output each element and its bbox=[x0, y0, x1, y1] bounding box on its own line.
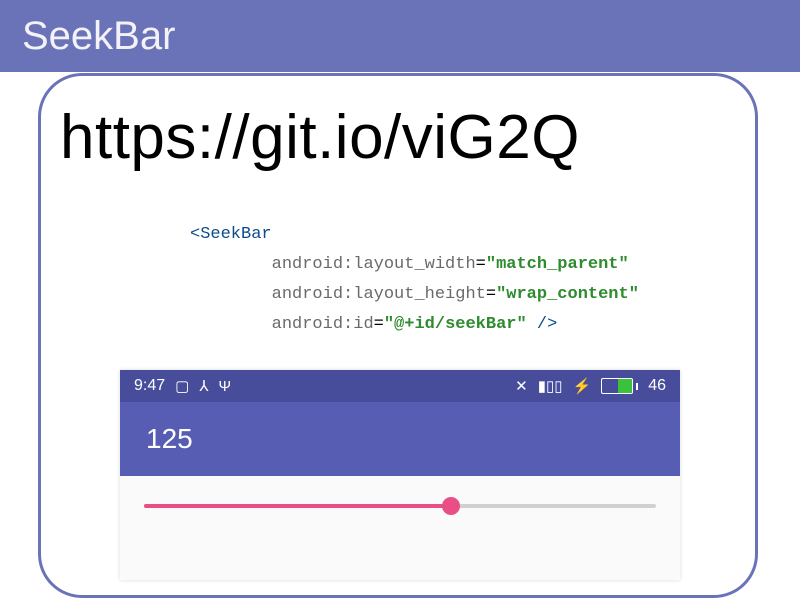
code-tag-close: /> bbox=[527, 315, 558, 334]
slide: SeekBar https://git.io/viG2Q <SeekBar an… bbox=[0, 0, 800, 600]
share-icon: ⅄ bbox=[199, 379, 208, 394]
code-attr-id: android:id bbox=[272, 315, 374, 334]
battery-body bbox=[601, 378, 633, 394]
phone-mock: 9:47 ▢ ⅄ Ψ ✕ ▮▯▯ ⚡ 46 125 bbox=[120, 370, 680, 580]
code-tag-open: <SeekBar bbox=[190, 225, 272, 244]
battery-tip bbox=[636, 383, 638, 390]
seekbar-area bbox=[120, 476, 680, 564]
status-left: 9:47 ▢ ⅄ Ψ bbox=[134, 377, 231, 395]
battery-percent: 46 bbox=[648, 377, 666, 395]
charge-icon: ⚡ bbox=[573, 379, 592, 394]
mute-icon: ✕ bbox=[515, 379, 528, 394]
status-right: ✕ ▮▯▯ ⚡ 46 bbox=[515, 377, 666, 395]
code-val-width: "match_parent" bbox=[486, 255, 629, 274]
code-val-id: "@+id/seekBar" bbox=[384, 315, 527, 334]
status-bar: 9:47 ▢ ⅄ Ψ ✕ ▮▯▯ ⚡ 46 bbox=[120, 370, 680, 402]
code-attr-width: android:layout_width bbox=[272, 255, 476, 274]
battery-indicator bbox=[601, 378, 638, 394]
url-text: https://git.io/viG2Q bbox=[60, 102, 580, 173]
status-time: 9:47 bbox=[134, 377, 165, 395]
app-bar: 125 bbox=[120, 402, 680, 476]
code-attr-height: android:layout_height bbox=[272, 285, 486, 304]
code-val-height: "wrap_content" bbox=[496, 285, 639, 304]
signal-icon: ▮▯▯ bbox=[538, 379, 563, 394]
title-bar: SeekBar bbox=[0, 0, 800, 75]
seek-value-label: 125 bbox=[146, 423, 193, 455]
seekbar-thumb[interactable] bbox=[442, 497, 460, 515]
seekbar[interactable] bbox=[144, 504, 656, 508]
usb-icon: Ψ bbox=[219, 379, 232, 394]
slide-title: SeekBar bbox=[22, 14, 175, 59]
image-icon: ▢ bbox=[175, 379, 189, 394]
code-snippet: <SeekBar android:layout_width="match_par… bbox=[190, 220, 639, 340]
seekbar-progress bbox=[144, 504, 451, 508]
battery-fill bbox=[618, 379, 632, 393]
